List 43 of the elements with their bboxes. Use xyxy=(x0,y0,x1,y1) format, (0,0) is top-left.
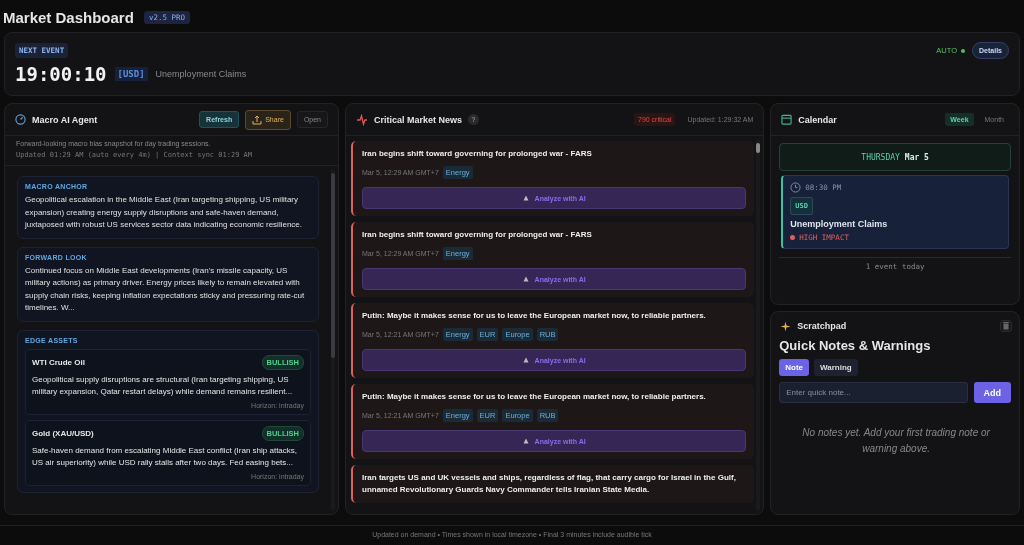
share-icon xyxy=(252,114,263,125)
impact-dot-icon xyxy=(790,235,796,240)
panel-title: Calendar xyxy=(798,114,837,125)
gauge-icon xyxy=(15,114,26,125)
scrollbar[interactable] xyxy=(756,139,761,511)
triangle-icon xyxy=(522,276,529,282)
triangle-icon xyxy=(522,438,529,444)
asset-text: Safe-haven demand from escalating Middle East conflict (Iran ship attacks, US air superiority) while USD rally stalls after two days. Fed easing bets... xyxy=(32,444,299,469)
empty-message: No notes yet. Add your first trading note or warning above. xyxy=(801,426,991,456)
triangle-icon xyxy=(522,357,529,363)
delete-button[interactable] xyxy=(1000,320,1012,332)
note-type-tab[interactable]: Warning xyxy=(814,359,858,376)
section-text: Continued focus on Middle East developments (Iran's missile capacity, US military actions) as primary driver. Energy prices likely to remain elevated with supply chain risks, keeping inflation expectations sticky and pressuring rate-cut timelines. W... xyxy=(25,264,306,314)
day-name: THURSDAY xyxy=(861,152,900,162)
note-type-tab[interactable]: Note xyxy=(779,359,810,376)
news-headline: Iran begins shift toward governing for prolonged war - FARS xyxy=(362,229,593,241)
panel-title: Scratchpad xyxy=(797,321,847,331)
panel-title: Critical Market News xyxy=(374,114,463,125)
pulse-icon xyxy=(356,113,368,126)
dashboard-title: Market Dashboard xyxy=(3,8,134,26)
news-headline: Iran begins shift toward governing for prolonged war - FARS xyxy=(362,148,593,160)
asset-name: WTI Crude Oil xyxy=(32,357,85,367)
scratchpad-heading: Quick Notes & Warnings xyxy=(778,337,932,355)
asset-name: Gold (XAU/USD) xyxy=(32,428,94,438)
section-text: Geopolitical escalation in the Middle East (Iran targeting shipping, US military expansion) creating energy supply disruptions and safe-haven demand, juxtaposed with robust US services sector data indicating economic resilience. xyxy=(25,194,304,231)
news-headline: Iran targets US and UK vessels and ships, regardless of flag, that carry cargo for Israel in the Gulf, unnamed Revolutionary Guards Navy Commander tells Iranian State Media. xyxy=(362,472,737,496)
trash-icon xyxy=(1003,322,1009,330)
day-date: Mar 5 xyxy=(904,152,929,162)
clock-icon xyxy=(790,182,802,193)
event-name: Unemployment Claims xyxy=(790,219,888,229)
triangle-icon xyxy=(522,195,529,201)
add-button[interactable]: Add xyxy=(973,382,1011,403)
countdown-timer: 19:00:10 xyxy=(15,63,107,85)
asset-text: Geopolitical supply disruptions are structural (Iran targeting shipping, US military expansion, Qatar restart delays) while demand remains resilient... xyxy=(32,373,294,398)
scrollbar[interactable] xyxy=(331,169,335,511)
event-name: Unemployment Claims xyxy=(155,69,247,79)
panel-title: Macro AI Agent xyxy=(32,114,98,125)
news-headline: Putin: Maybe it makes sense for us to leave the European market now, to reliable partners. xyxy=(362,310,707,322)
sparkle-icon xyxy=(780,320,792,332)
note-input[interactable]: Enter quick note... xyxy=(779,382,968,403)
calendar-icon xyxy=(781,114,793,125)
currency-tag: [USD] xyxy=(114,67,148,81)
news-headline: Putin: Maybe it makes sense for us to leave the European market now, to reliable partners. xyxy=(362,391,707,403)
